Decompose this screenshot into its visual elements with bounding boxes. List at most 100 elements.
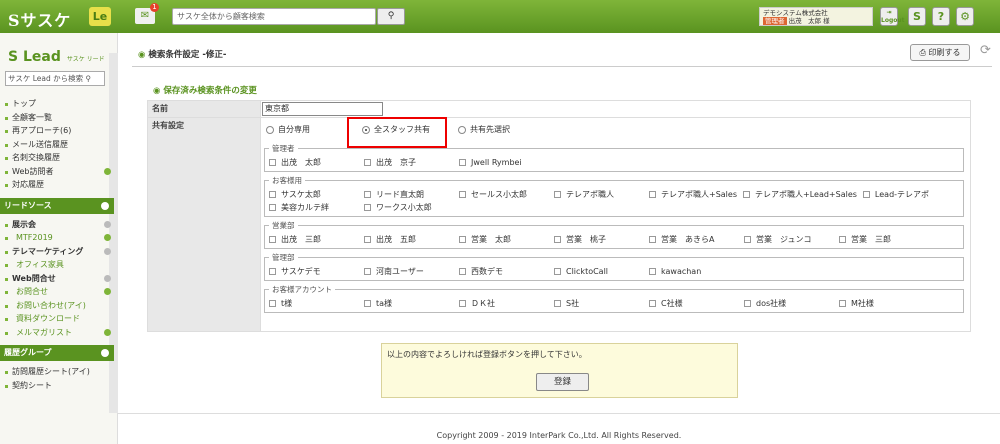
group-sales: 営業部 出茂 三郎 出茂 五郎 営業 太郎 営業 桃子 営業 あきらA 営業 ジュンコ 営業… [264, 220, 964, 249]
sidebar-item-telemarketing[interactable]: テレマーケティング [4, 245, 114, 259]
history-group-section[interactable]: 履歴グループ [0, 345, 114, 361]
main-content: 検索条件設定 -修正- ⎙ 印刷する ⟳ 保存済み検索条件の変更 名前 東京都 … [118, 33, 1000, 444]
add-icon[interactable] [104, 328, 111, 336]
group-admin: 管理者 出茂 太郎 出茂 京子 Jwell Rymbei [264, 143, 964, 172]
logout-button[interactable]: ⇥ Logout [880, 7, 905, 26]
sidebar-item-mail-history[interactable]: メール送信履歴 [4, 138, 114, 152]
member-checkbox[interactable]: Lead-テレアポ [862, 189, 929, 200]
sidebar-item-contract-sheet[interactable]: 契約シート [4, 379, 114, 393]
member-checkbox[interactable]: ワークス小太郎 [364, 202, 459, 213]
app-logo[interactable]: Sサスケ [8, 7, 71, 31]
group-customer-account: お客様アカウント t様 ta様 ＤＫ社 S社 C社様 dos社様 M社様 [264, 284, 964, 313]
member-checkbox[interactable]: 出茂 京子 [364, 157, 459, 168]
sidebar-item-office-furniture[interactable]: オフィス家具 [4, 258, 114, 272]
global-search-input[interactable]: サスケ全体から顧客検索 [172, 8, 376, 25]
confirm-panel: 以上の内容でよろしければ登録ボタンを押して下さい。 登録 [381, 343, 738, 398]
member-checkbox[interactable]: 河南ユーザー [364, 266, 459, 277]
sidebar-item-mailmag[interactable]: メルマガリスト [4, 326, 114, 340]
company-name: デモシステム株式会社 [763, 9, 828, 17]
refresh-icon[interactable]: ⟳ [980, 43, 991, 58]
member-checkbox[interactable]: kawachan [649, 267, 744, 276]
sidebar-item-inquiry[interactable]: お問合せ [4, 285, 114, 299]
sidebar-item-all-customers[interactable]: 全顧客一覧 [4, 111, 114, 125]
member-checkbox[interactable]: M社様 [839, 298, 934, 309]
member-checkbox[interactable]: セールス小太郎 [459, 189, 554, 200]
member-checkbox[interactable]: 出茂 三郎 [269, 234, 364, 245]
member-checkbox[interactable]: 美容カルテ絆 [269, 202, 364, 213]
member-checkbox[interactable]: S社 [554, 298, 649, 309]
name-input[interactable]: 東京都 [262, 102, 383, 116]
top-bar: Sサスケ Le ✉ 1 サスケ全体から顧客検索 ⚲ デモシステム株式会社 管理者… [0, 0, 1000, 33]
member-checkbox[interactable]: t様 [269, 298, 364, 309]
search-button[interactable]: ⚲ [377, 8, 405, 25]
printer-icon: ⎙ [919, 48, 926, 57]
print-button[interactable]: ⎙ 印刷する [910, 44, 970, 61]
member-checkbox[interactable]: 営業 桃子 [554, 234, 649, 245]
collapse-icon[interactable] [104, 274, 111, 282]
collapse-icon[interactable] [104, 247, 111, 255]
sidebar: S Lead サスケ リード サスケ Lead から検索 ⚲ トップ 全顧客一覧 … [0, 33, 118, 444]
radio-select-share[interactable]: 共有先選択 [458, 124, 510, 135]
sidebar-item-response-history[interactable]: 対応履歴 [4, 178, 114, 192]
search-condition-form: 名前 東京都 共有設定 自分専用 全スタッフ共有 共有先選択 管理者 出茂 太郎… [147, 100, 971, 332]
member-checkbox[interactable]: 営業 ジュンコ [744, 234, 839, 245]
section-title: 保存済み検索条件の変更 [153, 84, 257, 96]
user-info: デモシステム株式会社 管理者 出茂 太郎 様 [759, 7, 873, 26]
member-checkbox[interactable]: 西数デモ [459, 266, 554, 277]
member-checkbox[interactable]: 営業 あきらA [649, 234, 744, 245]
gear-icon[interactable]: ⚙ [956, 7, 974, 26]
group-customer: お客様用 サスケ太郎 リード直太朗 セールス小太郎 テレアポ職人 テレアポ職人+Sale… [264, 175, 964, 217]
sidebar-item-top[interactable]: トップ [4, 97, 114, 111]
sidebar-item-exhibition[interactable]: 展示会 [4, 218, 114, 232]
member-checkbox[interactable]: サスケ太郎 [269, 189, 364, 200]
member-checkbox[interactable]: C社様 [649, 298, 744, 309]
member-checkbox[interactable]: 出茂 太郎 [269, 157, 364, 168]
sasuke-home-icon[interactable]: S [908, 7, 926, 26]
sidebar-item-visit-sheet[interactable]: 訪問履歴シート(アイ) [4, 365, 114, 379]
sidebar-item-download[interactable]: 資料ダウンロード [4, 312, 114, 326]
page-title: 検索条件設定 -修正- [138, 48, 226, 60]
radio-self-only[interactable]: 自分専用 [266, 124, 310, 135]
member-checkbox[interactable]: サスケデモ [269, 266, 364, 277]
user-name: 出茂 太郎 様 [788, 17, 830, 25]
sidebar-search-input[interactable]: サスケ Lead から検索 ⚲ [5, 71, 105, 86]
footer-divider [118, 413, 1000, 414]
member-checkbox[interactable]: リード直太朗 [364, 189, 459, 200]
member-checkbox[interactable]: ta様 [364, 298, 459, 309]
lead-source-section[interactable]: リードソース [0, 197, 114, 214]
collapse-icon[interactable] [101, 349, 109, 357]
member-checkbox[interactable]: テレアポ職人 [554, 189, 649, 200]
lead-app-button[interactable]: Le [89, 7, 111, 26]
divider [132, 66, 992, 67]
member-checkbox[interactable]: 営業 三郎 [839, 234, 934, 245]
sidebar-item-mtf2019[interactable]: MTF2019 [4, 231, 114, 245]
member-checkbox[interactable]: テレアポ職人+Lead+Sales [743, 189, 857, 200]
register-button[interactable]: 登録 [536, 373, 589, 391]
sidebar-item-card-history[interactable]: 名刺交換履歴 [4, 151, 114, 165]
sidebar-item-reapproach[interactable]: 再アプローチ(6) [4, 124, 114, 138]
help-button[interactable]: ? [932, 7, 950, 26]
copyright: Copyright 2009 - 2019 InterPark Co.,Ltd.… [436, 431, 682, 440]
add-icon[interactable] [104, 234, 111, 241]
collapse-icon[interactable] [104, 220, 111, 228]
role-badge: 管理者 [763, 17, 787, 25]
add-icon[interactable] [104, 288, 111, 295]
member-checkbox[interactable]: ClicktoCall [554, 267, 649, 276]
member-checkbox[interactable]: Jwell Rymbei [459, 158, 554, 167]
member-checkbox[interactable]: テレアポ職人+Sales [649, 189, 737, 200]
share-radio-group: 自分専用 全スタッフ共有 共有先選択 [261, 117, 970, 148]
sidebar-item-inquiry-ai[interactable]: お問い合わせ(アイ) [4, 299, 114, 313]
member-checkbox[interactable]: ＤＫ社 [459, 298, 554, 309]
member-checkbox[interactable]: 出茂 五郎 [364, 234, 459, 245]
add-icon[interactable] [104, 167, 111, 175]
group-admin-dept: 管理部 サスケデモ 河南ユーザー 西数デモ ClicktoCall kawachan [264, 252, 964, 281]
notification-badge: 1 [150, 3, 159, 12]
member-checkbox[interactable]: dos社様 [744, 298, 839, 309]
sidebar-item-web-inquiry[interactable]: Web問合せ [4, 272, 114, 286]
collapse-icon[interactable] [101, 201, 109, 210]
confirm-text: 以上の内容でよろしければ登録ボタンを押して下さい。 [387, 350, 587, 359]
member-checkbox[interactable]: 営業 太郎 [459, 234, 554, 245]
search-icon[interactable]: ⚲ [86, 74, 92, 83]
sidebar-item-web-visitors[interactable]: Web訪問者 [4, 165, 114, 179]
name-label: 名前 [147, 100, 261, 118]
